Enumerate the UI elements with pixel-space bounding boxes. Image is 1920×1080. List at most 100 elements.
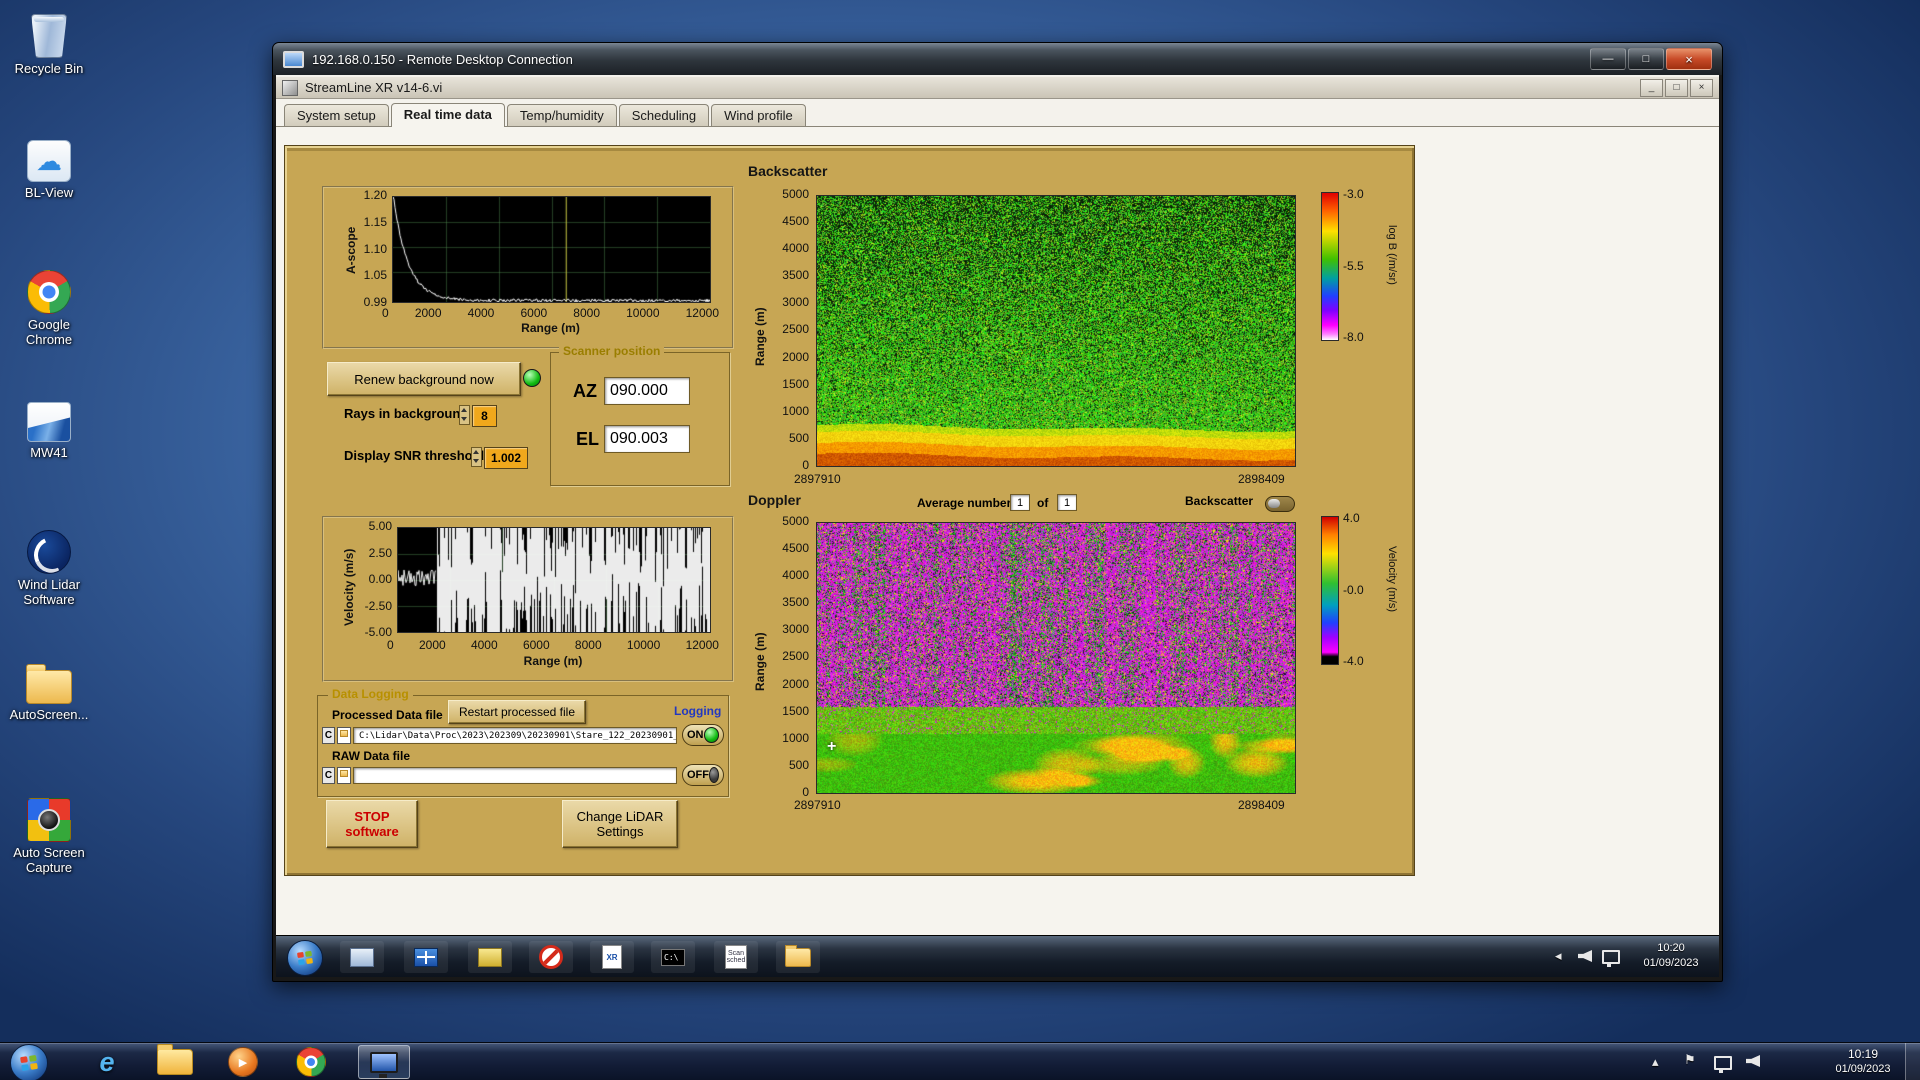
network-icon[interactable] xyxy=(1714,1056,1732,1070)
minimize-button[interactable]: — xyxy=(1590,48,1626,70)
velocity-y-ticks: 5.00 2.50 0.00 -2.50 -5.00 xyxy=(332,521,392,638)
doppler-colorbar-label: Velocity (m/s) xyxy=(1386,546,1398,612)
change-lidar-settings-button[interactable]: Change LiDAR Settings xyxy=(562,800,678,848)
volume-icon[interactable] xyxy=(1746,1055,1760,1067)
taskbar-chrome[interactable] xyxy=(288,1045,334,1079)
snr-spinner[interactable] xyxy=(471,447,482,467)
remote-clock[interactable]: 10:20 01/09/2023 xyxy=(1628,941,1714,971)
backscatter-y-ticks: 5000 4500 4000 3500 3000 2500 2000 1500 1000 500 0 xyxy=(761,189,809,471)
raw-logging-toggle[interactable]: OFF xyxy=(682,764,724,786)
backscatter-toggle[interactable] xyxy=(1265,496,1295,512)
app-minimize-button[interactable]: _ xyxy=(1640,79,1663,97)
tab-real-time-data[interactable]: Real time data xyxy=(391,103,505,127)
taskbar-clock[interactable]: 10:19 01/09/2023 xyxy=(1815,1045,1911,1079)
tick-label: 1.05 xyxy=(364,270,387,281)
taskbar-internet-explorer[interactable]: e xyxy=(84,1045,130,1079)
scan-sched-icon: Scan sched xyxy=(725,945,747,969)
remote-taskbar-explorer[interactable] xyxy=(776,941,820,973)
taskbar-explorer[interactable] xyxy=(152,1045,198,1079)
remote-taskbar-console-app[interactable]: C:\ xyxy=(651,941,695,973)
desktop-icon-label: Wind Lidar Software xyxy=(4,577,94,607)
app-close-button[interactable]: × xyxy=(1690,79,1713,97)
desktop-icon-auto-screen-capture[interactable]: Auto Screen Capture xyxy=(4,798,94,875)
processed-path-field[interactable]: C:\Lidar\Data\Proc\2023\202309\20230901\… xyxy=(353,727,677,744)
remote-taskbar-grid-app[interactable] xyxy=(404,941,448,973)
processed-browse-icon[interactable] xyxy=(337,727,351,744)
backscatter-x-end: 2898409 xyxy=(1238,472,1285,486)
renew-background-button[interactable]: Renew background now xyxy=(327,362,521,396)
a-scope-frame: 1.20 1.15 1.10 1.05 0.99 A-scope 0 2000 4000 60… xyxy=(322,186,734,349)
raw-path-field[interactable] xyxy=(353,767,677,784)
tick-label: 0.00 xyxy=(369,574,392,585)
tab-strip: System setup Real time data Temp/humidit… xyxy=(276,102,1719,127)
tick-label: 4500 xyxy=(782,543,809,554)
snr-threshold-value[interactable]: 1.002 xyxy=(484,447,528,469)
desktop-icon-google-chrome[interactable]: Google Chrome xyxy=(4,270,94,347)
folder-icon xyxy=(785,948,811,967)
backscatter-y-label: Range (m) xyxy=(753,307,767,366)
tick-label: 3000 xyxy=(782,297,809,308)
taskbar-rdp-active[interactable] xyxy=(358,1045,410,1079)
restart-processed-file-button[interactable]: Restart processed file xyxy=(448,700,586,724)
velocity-plot xyxy=(397,527,711,633)
tab-scheduling[interactable]: Scheduling xyxy=(619,104,709,126)
desktop-icon-bl-view[interactable]: ☁ BL-View xyxy=(4,140,94,200)
tick-label: 500 xyxy=(789,760,809,771)
remote-start-button[interactable] xyxy=(287,940,323,976)
tick-label: 6000 xyxy=(520,306,547,320)
auto-screen-capture-icon xyxy=(27,798,71,842)
tick-label: 1.15 xyxy=(364,217,387,228)
chrome-icon xyxy=(296,1047,326,1077)
raw-drive-selector[interactable]: C xyxy=(322,767,335,784)
az-value-field[interactable]: 090.000 xyxy=(604,377,690,405)
el-value-field[interactable]: 090.003 xyxy=(604,425,690,453)
close-button[interactable]: × xyxy=(1666,48,1712,70)
tick-label: 0 xyxy=(802,787,809,798)
desktop-icon-mw41[interactable]: MW41 xyxy=(4,402,94,460)
average-total-field[interactable]: 1 xyxy=(1057,494,1077,511)
raw-browse-icon[interactable] xyxy=(337,767,351,784)
app-titlebar[interactable]: StreamLine XR v14-6.vi _ □ × xyxy=(276,77,1719,99)
desktop-icon-wind-lidar[interactable]: Wind Lidar Software xyxy=(4,530,94,607)
rdp-titlebar[interactable]: 192.168.0.150 - Remote Desktop Connectio… xyxy=(273,43,1722,75)
tick-label: 2000 xyxy=(782,679,809,690)
tab-wind-profile[interactable]: Wind profile xyxy=(711,104,806,126)
remote-volume-icon[interactable] xyxy=(1578,950,1592,962)
remote-taskbar-scan-sched-app[interactable]: Scan sched xyxy=(714,941,758,973)
rays-spinner[interactable] xyxy=(459,405,470,425)
front-panel: 1.20 1.15 1.10 1.05 0.99 A-scope 0 2000 4000 60… xyxy=(284,145,1415,876)
average-number-field[interactable]: 1 xyxy=(1010,494,1030,511)
tick-label: 3000 xyxy=(782,624,809,635)
processed-drive-selector[interactable]: C xyxy=(322,727,335,744)
remote-taskbar-xr-app[interactable]: XR xyxy=(590,941,634,973)
mw41-icon xyxy=(27,402,71,442)
remote-taskbar-window-app[interactable] xyxy=(340,941,384,973)
start-button[interactable] xyxy=(10,1044,48,1080)
remote-desktop-icon xyxy=(283,51,304,68)
remote-taskbar-stop-app[interactable] xyxy=(529,941,573,973)
show-desktop-button[interactable] xyxy=(1905,1043,1920,1080)
desktop-icon-autoscreen-folder[interactable]: AutoScreen... xyxy=(4,662,94,722)
stop-software-button[interactable]: STOP software xyxy=(326,800,418,848)
processed-logging-toggle[interactable]: ON xyxy=(682,724,724,746)
action-center-flag-icon[interactable]: ⚑ xyxy=(1684,1052,1696,1068)
desktop-icon-label: Google Chrome xyxy=(4,317,94,347)
remote-tray-arrow-icon[interactable]: ◂ xyxy=(1555,948,1562,964)
tick-label: 2000 xyxy=(415,306,442,320)
velocity-x-label: Range (m) xyxy=(397,654,709,668)
tick-label: 10000 xyxy=(626,306,659,320)
tab-system-setup[interactable]: System setup xyxy=(284,104,389,126)
cursor-crosshair: + xyxy=(827,738,836,756)
tab-temp-humidity[interactable]: Temp/humidity xyxy=(507,104,617,126)
remote-taskbar-yellow-app[interactable] xyxy=(468,941,512,973)
windows-flag-icon xyxy=(296,949,314,967)
desktop-icon-recycle-bin[interactable]: Recycle Bin xyxy=(4,10,94,76)
app-restore-button[interactable]: □ xyxy=(1665,79,1688,97)
doppler-y-ticks: 5000 4500 4000 3500 3000 2500 2000 1500 1000 500 0 xyxy=(761,516,809,798)
remote-network-icon[interactable] xyxy=(1602,950,1620,964)
maximize-button[interactable]: □ xyxy=(1628,48,1664,70)
doppler-colorbar xyxy=(1321,516,1339,665)
rays-in-background-value[interactable]: 8 xyxy=(472,405,497,427)
taskbar-media-player[interactable]: ▶ xyxy=(220,1045,266,1079)
tray-up-arrow-icon[interactable]: ▴ xyxy=(1652,1054,1659,1070)
